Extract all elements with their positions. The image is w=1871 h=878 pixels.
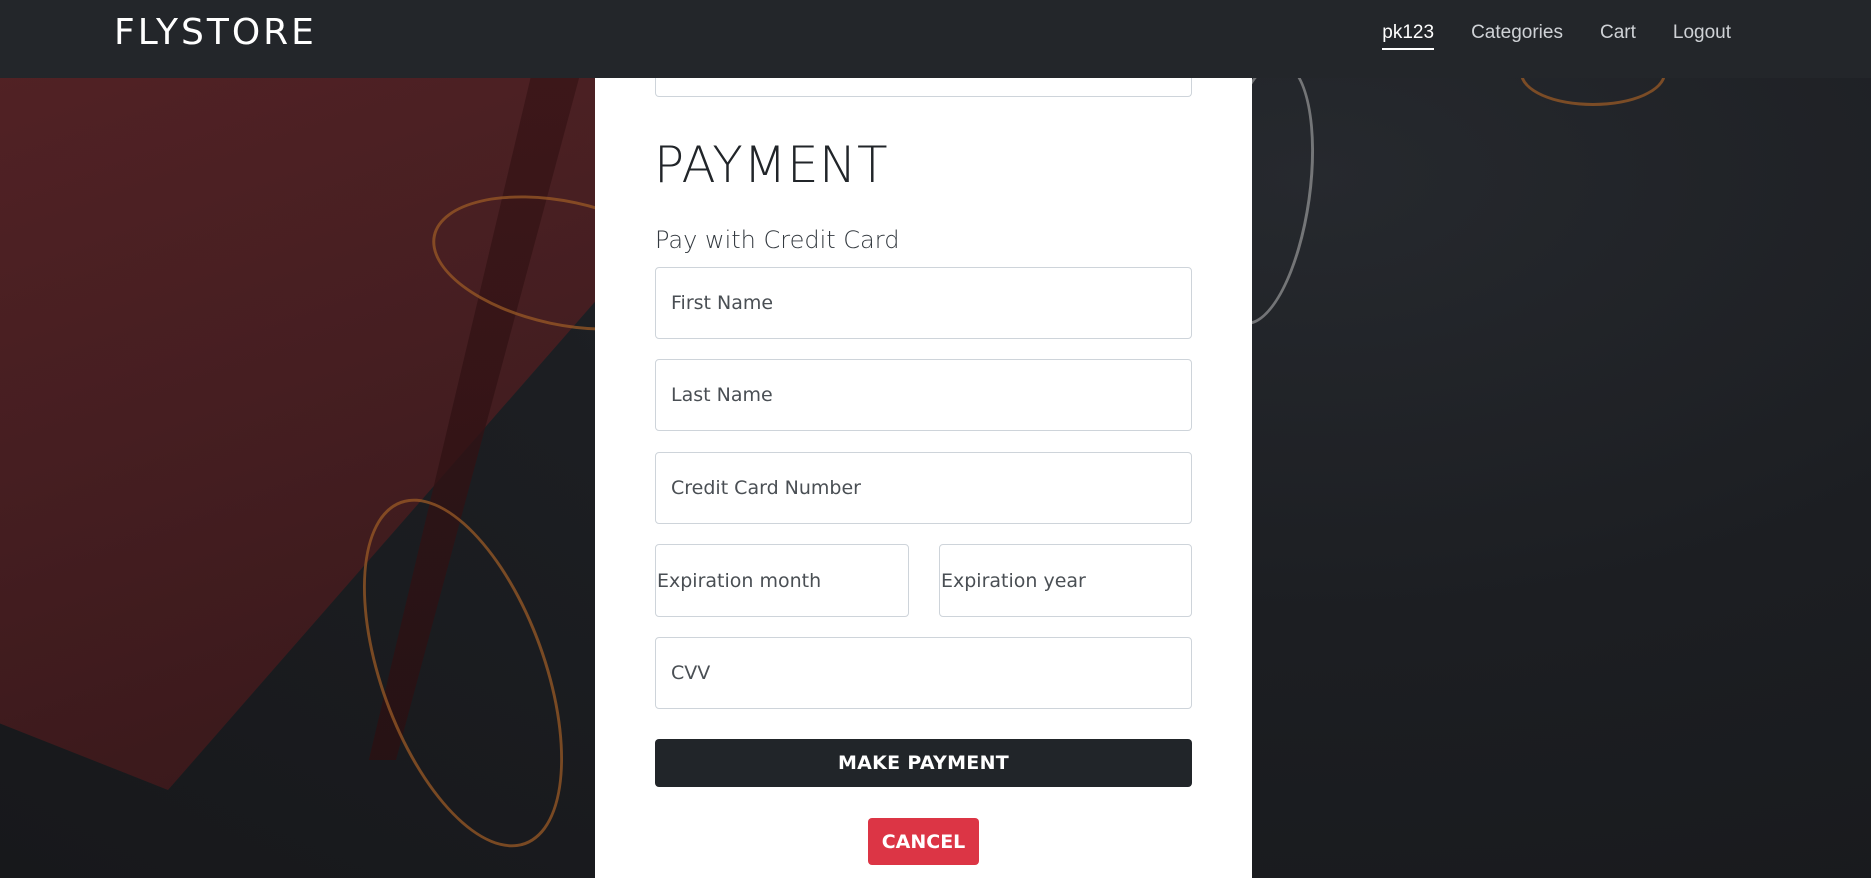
expiration-year-input[interactable] — [939, 544, 1192, 617]
page-title: PAYMENT — [654, 136, 888, 194]
nav-link-cart[interactable]: Cart — [1600, 22, 1636, 50]
first-name-input[interactable] — [655, 267, 1192, 339]
payment-subtitle: Pay with Credit Card — [655, 226, 900, 254]
top-navbar: FLYSTORE pk123 Categories Cart Logout — [0, 0, 1871, 78]
expiration-month-input[interactable] — [655, 544, 909, 617]
cvv-input[interactable] — [655, 637, 1192, 709]
nav-links: pk123 Categories Cart Logout — [1345, 22, 1731, 50]
make-payment-button[interactable]: MAKE PAYMENT — [655, 739, 1192, 787]
nav-link-user[interactable]: pk123 — [1382, 22, 1435, 50]
nav-link-logout[interactable]: Logout — [1673, 22, 1731, 50]
brand-logo[interactable]: FLYSTORE — [114, 12, 317, 53]
credit-card-number-input[interactable] — [655, 452, 1192, 524]
last-name-input[interactable] — [655, 359, 1192, 431]
cancel-button[interactable]: CANCEL — [868, 818, 979, 865]
payment-card: PAYMENT Pay with Credit Card MAKE PAYMEN… — [595, 68, 1252, 878]
nav-link-categories[interactable]: Categories — [1471, 22, 1563, 50]
